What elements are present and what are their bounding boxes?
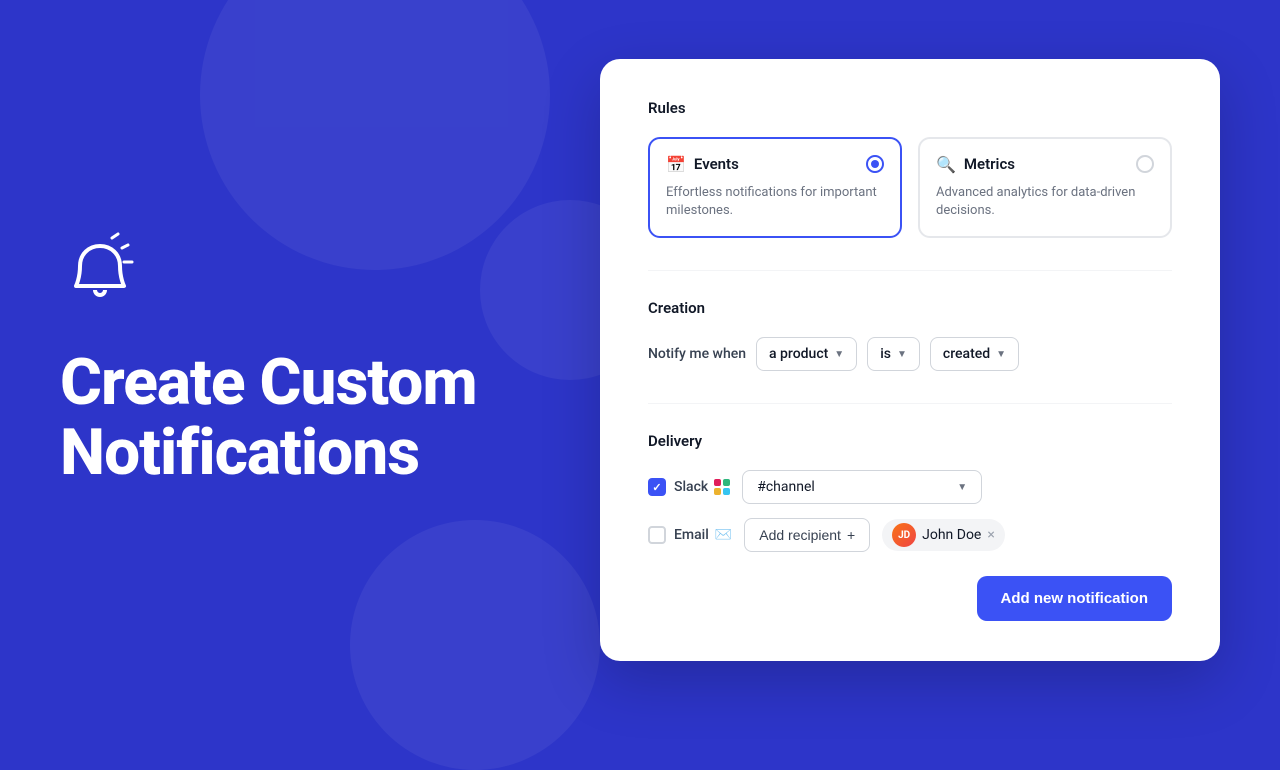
events-card-header: 📅 Events [666,155,884,174]
events-card-title: Events [694,155,739,173]
add-recipient-label: Add recipient [759,527,841,543]
email-checkbox-wrapper: Email ✉️ [648,526,732,544]
remove-recipient-button[interactable]: × [987,528,994,542]
creation-section: Creation Notify me when a product ▼ is ▼… [648,299,1172,371]
recipient-tag-john-doe: JD John Doe × [882,519,1005,551]
slack-text: Slack [674,479,708,495]
divider-1 [648,270,1172,271]
channel-arrow: ▼ [957,482,967,493]
metrics-card-desc: Advanced analytics for data-driven decis… [936,184,1154,220]
delivery-label: Delivery [648,432,1172,450]
channel-select[interactable]: #channel ▼ [742,470,982,504]
add-notification-button[interactable]: Add new notification [977,576,1173,621]
metrics-card-title: Metrics [964,155,1015,173]
search-icon: 🔍 [936,155,956,174]
product-dropdown-arrow: ▼ [834,349,844,360]
left-panel: Create Custom Notifications [0,172,560,549]
notify-row: Notify me when a product ▼ is ▼ created … [648,337,1172,371]
bell-icon [60,232,140,312]
rules-cards: 📅 Events Effortless notifications for im… [648,137,1172,238]
created-dropdown-value: created [943,346,990,362]
slack-checkbox[interactable] [648,478,666,496]
created-dropdown[interactable]: created ▼ [930,337,1019,371]
add-recipient-plus-icon: + [847,527,855,543]
add-recipient-button[interactable]: Add recipient + [744,518,870,552]
is-dropdown-arrow: ▼ [897,349,907,360]
email-label: Email ✉️ [674,527,732,543]
metrics-radio-unselected[interactable] [1136,155,1154,173]
events-radio-selected[interactable] [866,155,884,173]
main-card: Rules 📅 Events Effortless notifications … [600,59,1220,661]
product-dropdown-value: a product [769,346,828,362]
events-rule-card[interactable]: 📅 Events Effortless notifications for im… [648,137,902,238]
events-card-desc: Effortless notifications for important m… [666,184,884,220]
calendar-icon: 📅 [666,155,686,174]
slack-label: Slack [674,479,730,495]
delivery-section: Delivery Slack #channel ▼ [648,432,1172,552]
bg-decor-2 [350,520,600,770]
slack-delivery-row: Slack #channel ▼ [648,470,1172,504]
email-text: Email [674,527,709,543]
recipient-name: John Doe [922,527,981,543]
is-dropdown-value: is [880,346,891,362]
slack-checkbox-wrapper: Slack [648,478,730,496]
rules-section: Rules 📅 Events Effortless notifications … [648,99,1172,238]
page-hero-title: Create Custom Notifications [60,348,500,489]
product-dropdown[interactable]: a product ▼ [756,337,857,371]
metrics-card-header: 🔍 Metrics [936,155,1154,174]
rules-label: Rules [648,99,1172,117]
email-icon: ✉️ [715,527,732,543]
metrics-rule-card[interactable]: 🔍 Metrics Advanced analytics for data-dr… [918,137,1172,238]
notify-when-label: Notify me when [648,346,746,362]
email-checkbox[interactable] [648,526,666,544]
divider-2 [648,403,1172,404]
email-delivery-row: Email ✉️ Add recipient + JD John Doe × [648,518,1172,552]
channel-value: #channel [757,479,815,495]
card-footer: Add new notification [648,576,1172,621]
is-dropdown[interactable]: is ▼ [867,337,920,371]
created-dropdown-arrow: ▼ [996,349,1006,360]
avatar: JD [892,523,916,547]
slack-colored-icon [714,479,730,495]
creation-label: Creation [648,299,1172,317]
